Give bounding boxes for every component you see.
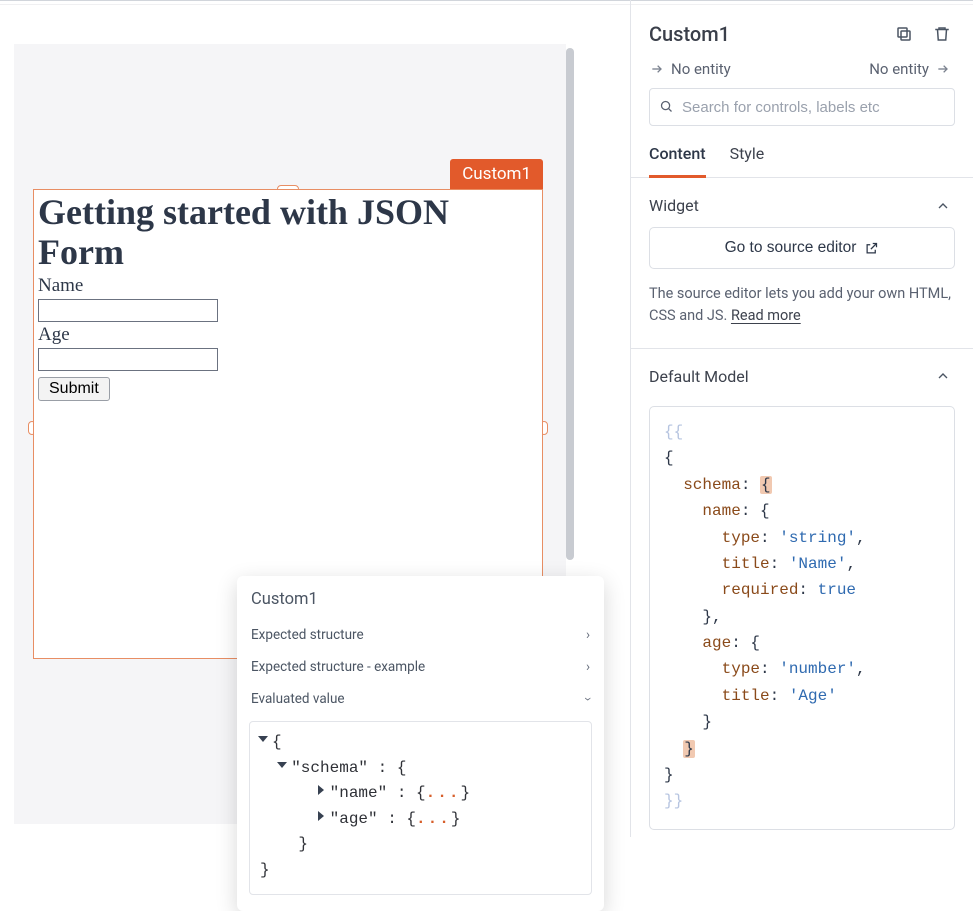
evaluated-value-box[interactable]: { "schema" : { "name" : {...} "age" : {.… (249, 721, 592, 895)
section-widget-label: Widget (649, 196, 699, 215)
section-default-model-header[interactable]: Default Model (631, 349, 973, 398)
arrow-right-icon (649, 61, 665, 77)
code-close-delim: }} (664, 792, 683, 810)
read-more-link[interactable]: Read more (731, 307, 801, 324)
age-label: Age (38, 324, 538, 346)
popover-title: Custom1 (237, 590, 604, 619)
chevron-right-icon: › (586, 627, 590, 643)
entity-out[interactable]: No entity (869, 60, 951, 78)
tab-content[interactable]: Content (649, 138, 706, 178)
row-expected-structure-label: Expected structure (251, 627, 364, 643)
properties-panel: Custom1 No entity No entity Content Styl… (630, 0, 973, 837)
entity-in[interactable]: No entity (649, 60, 731, 78)
row-evaluated-value-label: Evaluated value (251, 691, 345, 707)
code-open-delim: {{ (664, 423, 683, 441)
go-to-source-button[interactable]: Go to source editor (649, 227, 955, 269)
default-model-code[interactable]: {{ { schema: { name: { type: 'string', t… (649, 406, 955, 830)
chevron-down-icon: › (580, 697, 596, 701)
panel-tabs: Content Style (631, 138, 973, 178)
search-input[interactable] (649, 88, 955, 126)
row-expected-example[interactable]: Expected structure - example › (237, 651, 604, 683)
submit-button[interactable]: Submit (38, 377, 110, 401)
chevron-up-icon (935, 198, 951, 214)
trash-icon[interactable] (933, 25, 951, 43)
entity-in-label: No entity (671, 60, 731, 78)
arrow-right-icon (935, 61, 951, 77)
entity-out-label: No entity (869, 60, 929, 78)
chevron-right-icon: › (586, 659, 590, 675)
row-expected-example-label: Expected structure - example (251, 659, 425, 675)
name-input[interactable] (38, 299, 218, 322)
binding-popover: Custom1 Expected structure › Expected st… (237, 576, 604, 911)
section-default-model-label: Default Model (649, 367, 749, 386)
chevron-up-icon (935, 368, 951, 384)
widget-name-tag[interactable]: Custom1 (450, 159, 543, 190)
search-icon (659, 99, 674, 118)
row-expected-structure[interactable]: Expected structure › (237, 619, 604, 651)
panel-title: Custom1 (649, 22, 730, 46)
copy-icon[interactable] (895, 25, 913, 43)
canvas-scrollbar[interactable] (566, 48, 574, 560)
external-link-icon (864, 241, 879, 256)
form-title: Getting started with JSON Form (38, 192, 538, 273)
name-label: Name (38, 275, 538, 297)
age-input[interactable] (38, 348, 218, 371)
section-widget-header[interactable]: Widget (631, 178, 973, 227)
widget-note: The source editor lets you add your own … (631, 269, 973, 334)
tab-style[interactable]: Style (730, 138, 765, 177)
go-to-source-label: Go to source editor (725, 239, 857, 257)
row-evaluated-value[interactable]: Evaluated value › (237, 683, 604, 715)
